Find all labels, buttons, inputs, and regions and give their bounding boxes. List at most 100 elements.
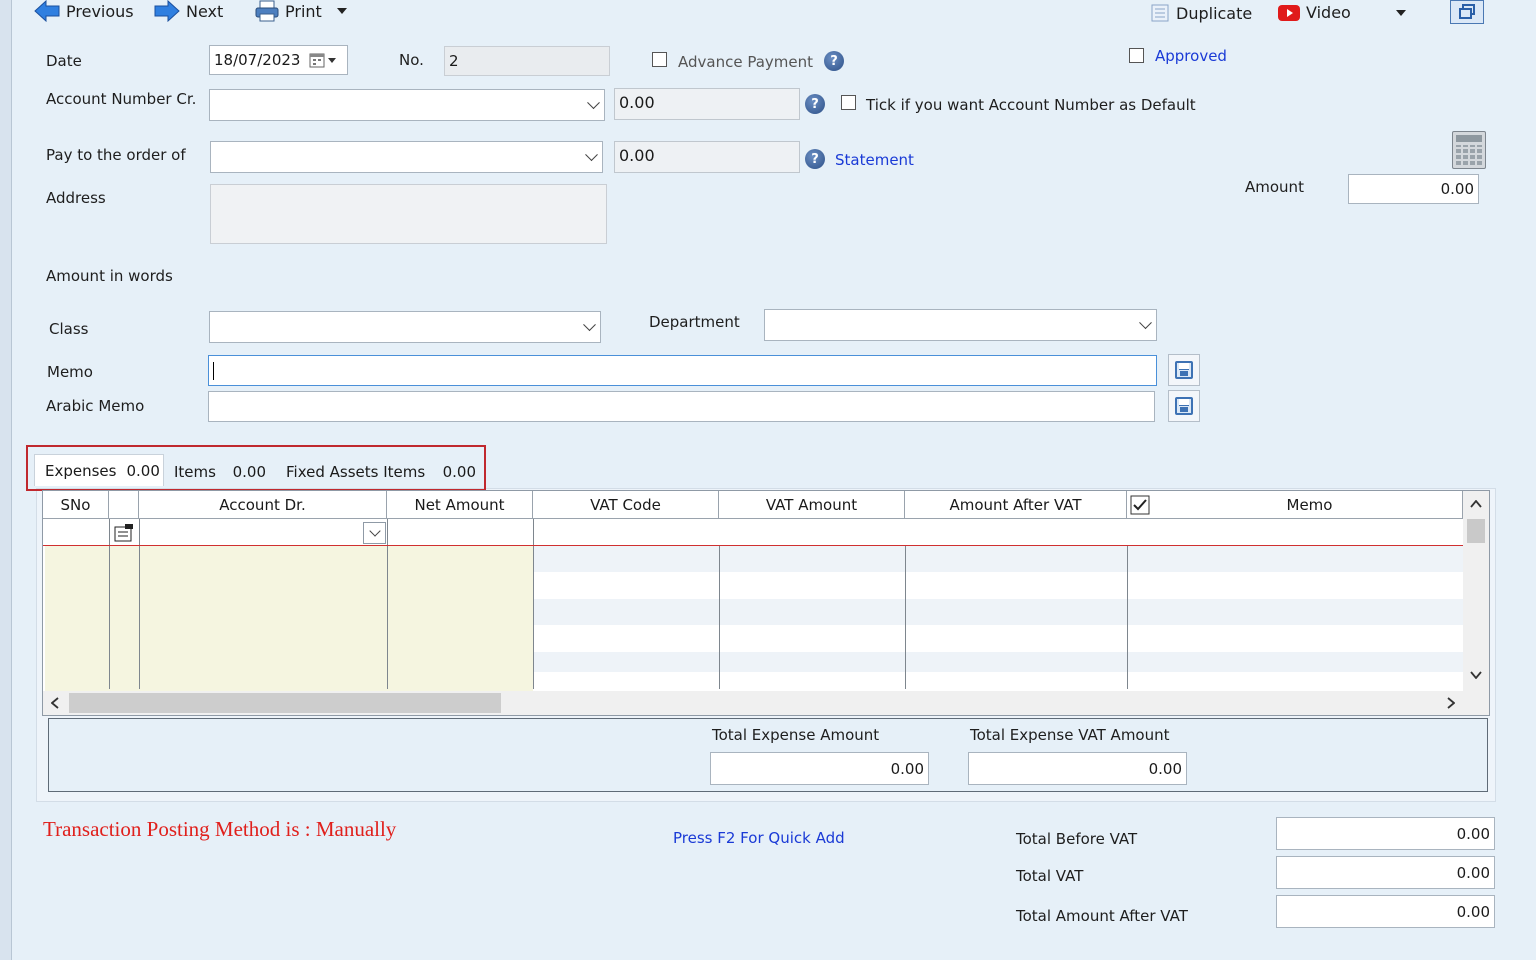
approved-checkbox[interactable] bbox=[1129, 48, 1144, 63]
checkbox-checked-icon[interactable] bbox=[1130, 495, 1150, 515]
chevron-down-icon bbox=[587, 96, 600, 110]
advance-payment-checkbox[interactable] bbox=[652, 52, 667, 67]
total-vat-label: Total VAT bbox=[1016, 867, 1084, 885]
col-icon[interactable] bbox=[109, 491, 139, 519]
advance-payment-label: Advance Payment bbox=[678, 53, 814, 71]
total-expense-vat-field: 0.00 bbox=[968, 752, 1187, 785]
pay-to-combo[interactable] bbox=[210, 141, 603, 173]
col-account-dr[interactable]: Account Dr. bbox=[139, 491, 387, 519]
help-icon[interactable]: ? bbox=[824, 51, 844, 71]
caret-down-icon bbox=[336, 8, 347, 14]
arabic-memo-save-button[interactable] bbox=[1168, 390, 1200, 422]
col-net-amount[interactable]: Net Amount bbox=[387, 491, 533, 519]
grid-row-band bbox=[533, 652, 1463, 672]
memo-input[interactable] bbox=[208, 355, 1157, 386]
total-after-vat-label: Total Amount After VAT bbox=[1016, 907, 1188, 925]
account-cr-label: Account Number Cr. bbox=[46, 90, 197, 108]
account-cr-combo[interactable] bbox=[209, 89, 605, 121]
col-vat-code[interactable]: VAT Code bbox=[533, 491, 719, 519]
restore-icon bbox=[1459, 4, 1475, 19]
calculator-icon[interactable] bbox=[1452, 131, 1486, 169]
arabic-memo-label: Arabic Memo bbox=[46, 397, 145, 415]
window-edge bbox=[0, 0, 12, 960]
previous-button[interactable]: Previous bbox=[34, 0, 134, 22]
total-vat-field: 0.00 bbox=[1276, 856, 1495, 889]
account-dr-dropdown[interactable] bbox=[363, 522, 386, 544]
class-combo[interactable] bbox=[209, 311, 601, 343]
horizontal-scrollbar[interactable] bbox=[43, 691, 1489, 715]
amount-label: Amount bbox=[1245, 178, 1304, 196]
youtube-icon bbox=[1278, 4, 1300, 21]
total-after-vat-field: 0.00 bbox=[1276, 895, 1495, 928]
new-row-indicator bbox=[43, 545, 1463, 546]
video-dropdown-icon[interactable] bbox=[1395, 9, 1407, 17]
floppy-disk-icon bbox=[1175, 397, 1193, 415]
chevron-down-icon bbox=[369, 525, 381, 537]
col-check[interactable] bbox=[1127, 491, 1157, 519]
arrow-right-icon bbox=[154, 0, 180, 22]
horizontal-scroll-thumb[interactable] bbox=[69, 693, 501, 713]
total-expense-amount-label: Total Expense Amount bbox=[712, 726, 880, 744]
duplicate-button[interactable]: Duplicate bbox=[1150, 3, 1252, 23]
total-before-vat-label: Total Before VAT bbox=[1016, 830, 1138, 848]
print-button[interactable]: Print bbox=[255, 0, 348, 22]
expenses-grid[interactable]: SNo Account Dr. Net Amount VAT Code VAT … bbox=[42, 490, 1490, 716]
video-button[interactable]: Video bbox=[1278, 3, 1351, 22]
chevron-down-icon bbox=[1139, 316, 1152, 330]
chevron-down-icon bbox=[585, 148, 598, 162]
restore-window-button[interactable] bbox=[1450, 0, 1484, 24]
scroll-up-icon[interactable] bbox=[1470, 500, 1482, 508]
scroll-left-icon[interactable] bbox=[51, 697, 59, 709]
department-combo[interactable] bbox=[764, 309, 1157, 341]
grid-fixed-region bbox=[45, 546, 533, 691]
row-edit-icon[interactable] bbox=[113, 523, 135, 543]
amount-words-label: Amount in words bbox=[46, 267, 173, 285]
col-amount-after-vat[interactable]: Amount After VAT bbox=[905, 491, 1127, 519]
account-help-icon[interactable]: ? bbox=[805, 94, 825, 114]
arrow-left-icon bbox=[34, 0, 60, 22]
printer-icon bbox=[255, 0, 279, 22]
col-sno[interactable]: SNo bbox=[43, 491, 109, 519]
grid-row-band bbox=[533, 546, 1463, 572]
account-cr-balance: 0.00 bbox=[614, 88, 800, 120]
amount-field[interactable]: 0.00 bbox=[1348, 174, 1479, 204]
pay-to-label: Pay to the order of bbox=[46, 146, 186, 164]
number-field[interactable]: 2 bbox=[444, 46, 610, 76]
default-account-checkbox[interactable] bbox=[841, 95, 856, 110]
no-label: No. bbox=[399, 51, 424, 69]
calendar-icon[interactable] bbox=[309, 53, 339, 69]
posting-method-text: Transaction Posting Method is : Manually bbox=[43, 817, 397, 841]
department-label: Department bbox=[649, 313, 740, 331]
floppy-disk-icon bbox=[1175, 361, 1193, 379]
statement-help-icon[interactable]: ? bbox=[805, 149, 825, 169]
chevron-down-icon bbox=[583, 318, 596, 332]
next-button[interactable]: Next bbox=[154, 0, 223, 22]
approved-link[interactable]: Approved bbox=[1155, 47, 1227, 65]
col-vat-amount[interactable]: VAT Amount bbox=[719, 491, 905, 519]
total-expense-vat-label: Total Expense VAT Amount bbox=[970, 726, 1170, 744]
total-before-vat-field: 0.00 bbox=[1276, 817, 1495, 850]
memo-label: Memo bbox=[47, 363, 93, 381]
scroll-down-icon[interactable] bbox=[1470, 671, 1482, 679]
grid-row-band bbox=[533, 599, 1463, 625]
grid-line bbox=[719, 546, 720, 689]
address-field[interactable] bbox=[210, 184, 607, 244]
grid-line bbox=[1127, 546, 1128, 689]
duplicate-icon bbox=[1151, 4, 1169, 22]
address-label: Address bbox=[46, 189, 106, 207]
total-expense-amount-field: 0.00 bbox=[710, 752, 929, 785]
vertical-scroll-thumb[interactable] bbox=[1467, 519, 1485, 543]
date-field[interactable]: 18/07/2023 bbox=[209, 45, 348, 75]
class-label: Class bbox=[49, 320, 89, 338]
quick-add-hint: Press F2 For Quick Add bbox=[673, 829, 845, 847]
grid-line bbox=[905, 546, 906, 689]
tab-highlight-box bbox=[26, 445, 486, 491]
col-memo[interactable]: Memo bbox=[1157, 491, 1463, 519]
statement-link[interactable]: Statement bbox=[835, 151, 914, 169]
scroll-right-icon[interactable] bbox=[1447, 697, 1455, 709]
pay-to-balance: 0.00 bbox=[614, 141, 800, 173]
arabic-memo-input[interactable] bbox=[208, 391, 1155, 422]
text-cursor bbox=[213, 361, 214, 380]
vertical-scrollbar[interactable] bbox=[1463, 491, 1489, 691]
memo-save-button[interactable] bbox=[1168, 354, 1200, 386]
